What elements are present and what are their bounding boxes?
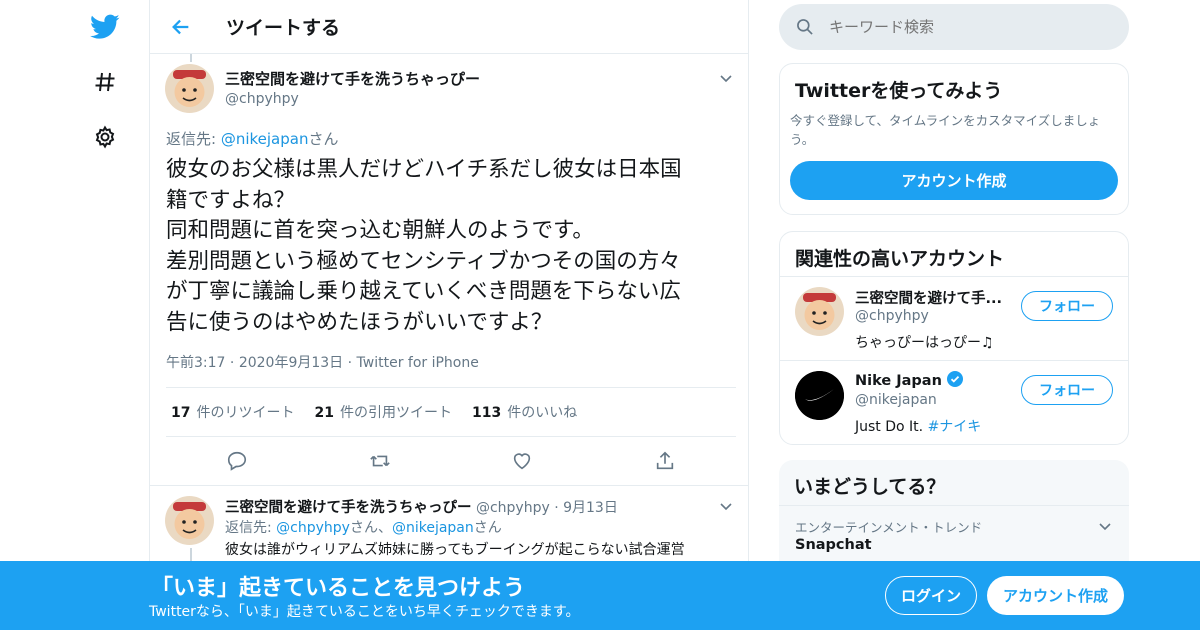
- tweet-time[interactable]: 午前3:17: [166, 355, 225, 371]
- verified-badge-icon: [946, 371, 963, 387]
- retweet-label: 件のリツイート: [196, 405, 295, 421]
- avatar[interactable]: [795, 287, 844, 336]
- account-handle: @nikejapan: [855, 392, 937, 408]
- share-icon[interactable]: [653, 449, 677, 473]
- login-button[interactable]: ログイン: [885, 576, 977, 615]
- related-title: 関連性の高いアカウント: [780, 232, 1128, 277]
- like-stat[interactable]: 113 件のいいね: [472, 402, 577, 422]
- account-bio: ちゃっぴーはっぴー♫: [855, 335, 994, 351]
- divider: [779, 505, 1129, 506]
- reply-prefix: 返信先:: [166, 130, 221, 148]
- reply-suffix: さん: [308, 130, 339, 148]
- reply-header: 三密空間を避けて手を洗うちゃっぴー @chpyhpy · 9月13日: [225, 500, 618, 516]
- reply-context: 返信先: @nikejapanさん: [166, 128, 338, 149]
- account-name-text: Nike Japan: [855, 373, 942, 389]
- retweet-stat[interactable]: 17 件のリツイート: [171, 402, 294, 422]
- tweet-actions: [166, 443, 736, 479]
- hashtag-link[interactable]: #ナイキ: [928, 419, 982, 435]
- account-name: 三密空間を避けて手...: [855, 291, 1003, 307]
- main-column: ツイートする 三密空間を避けて手を洗うちゃっぴー @chpyhpy 返信先: @…: [149, 0, 749, 630]
- reply-text: 彼女は誰がウィリアムズ姉妹に勝ってもブーイングが起こらない試合運営: [225, 542, 685, 558]
- left-nav-rail: [80, 0, 130, 630]
- account-row[interactable]: Nike Japan @nikejapan Just Do It. #ナイキ フ…: [780, 361, 1128, 445]
- nike-logo-icon[interactable]: [795, 371, 844, 420]
- like-count: 113: [471, 405, 502, 421]
- avatar[interactable]: [165, 64, 214, 113]
- chevron-down-icon[interactable]: [1097, 518, 1113, 538]
- quote-stat[interactable]: 21 件の引用ツイート: [314, 402, 451, 422]
- reply-mid: さん、: [349, 520, 392, 536]
- trend-item[interactable]: Snapchat: [795, 537, 872, 553]
- tweet-source: Twitter for iPhone: [356, 355, 479, 371]
- tweet-date[interactable]: 2020年9月13日: [239, 355, 343, 371]
- account-bio-text: Just Do It.: [855, 419, 928, 435]
- reply-author-handle: @chpyhpy: [475, 500, 550, 516]
- account-row[interactable]: 三密空間を避けて手... @chpyhpy ちゃっぴーはっぴー♫ フォロー: [780, 277, 1128, 361]
- reply-author-name[interactable]: 三密空間を避けて手を洗うちゃっぴー: [225, 500, 472, 516]
- quote-label: 件の引用ツイート: [339, 405, 452, 421]
- tweet-stats: 17 件のリツイート 21 件の引用ツイート 113 件のいいね: [166, 387, 736, 437]
- signup-card-title: Twitterを使ってみよう: [795, 80, 1003, 102]
- gear-icon[interactable]: [88, 120, 122, 154]
- chevron-down-icon[interactable]: [718, 70, 734, 86]
- tweet-text: 彼女のお父様は黒人だけどハイチ系だし彼女は日本国 籍ですよね？ 同和問題に首を突…: [166, 157, 682, 335]
- signup-card-desc: 今すぐ登録して、タイムラインをカスタマイズしましょう。: [790, 113, 1101, 147]
- signup-button[interactable]: アカウント作成: [987, 576, 1124, 615]
- reply-context: 返信先: @chpyhpyさん、@nikejapanさん: [225, 517, 502, 537]
- banner-subtitle: Twitterなら、「いま」起きていることをいち早くチェックできます。: [149, 604, 580, 620]
- follow-button[interactable]: フォロー: [1021, 291, 1113, 321]
- avatar[interactable]: [165, 496, 214, 545]
- thread-line: [190, 54, 192, 62]
- reply-to-link[interactable]: @nikejapan: [221, 130, 309, 148]
- search-icon: [797, 19, 813, 35]
- page-title: ツイートする: [226, 17, 341, 39]
- hashtag-icon[interactable]: [88, 65, 122, 99]
- reply-to-link[interactable]: @nikejapan: [392, 520, 474, 536]
- quote-count: 21: [314, 405, 334, 421]
- reply-prefix: 返信先:: [225, 520, 277, 536]
- account-bio: Just Do It. #ナイキ: [855, 416, 981, 436]
- twitter-bird-icon[interactable]: [88, 10, 122, 44]
- create-account-button[interactable]: アカウント作成: [790, 161, 1118, 200]
- reply-to-link[interactable]: @chpyhpy: [276, 520, 350, 536]
- follow-button[interactable]: フォロー: [1021, 375, 1113, 405]
- tweet-author[interactable]: 三密空間を避けて手を洗うちゃっぴー @chpyhpy: [225, 68, 480, 107]
- trend-category: エンターテインメント・トレンド: [795, 520, 983, 535]
- like-label: 件のいいね: [507, 405, 578, 421]
- banner-title: 「いま」起きていることを見つけよう: [151, 576, 526, 601]
- signup-card: Twitterを使ってみよう 今すぐ登録して、タイムラインをカスタマイズしましょ…: [779, 63, 1129, 215]
- back-arrow-icon[interactable]: [168, 14, 194, 40]
- tweet-meta: 午前3:17 · 2020年9月13日 · Twitter for iPhone: [166, 355, 479, 371]
- author-handle: @chpyhpy: [225, 91, 299, 107]
- signup-banner: 「いま」起きていることを見つけよう Twitterなら、「いま」起きていることを…: [0, 561, 1200, 630]
- reply-icon[interactable]: [225, 449, 249, 473]
- reply-suffix: さん: [473, 520, 502, 536]
- chevron-down-icon[interactable]: [718, 498, 734, 514]
- search-input[interactable]: [829, 18, 1109, 36]
- account-handle: @chpyhpy: [855, 308, 929, 324]
- retweet-count: 17: [171, 405, 191, 421]
- search-box[interactable]: [779, 4, 1129, 50]
- like-heart-icon[interactable]: [510, 449, 534, 473]
- trends-title: いまどうしてる？: [794, 476, 946, 498]
- reply-date[interactable]: 9月13日: [563, 500, 618, 516]
- account-name: Nike Japan: [855, 371, 963, 389]
- related-accounts-card: 関連性の高いアカウント 三密空間を避けて手... @chpyhpy ちゃっぴーは…: [779, 231, 1129, 445]
- author-name: 三密空間を避けて手を洗うちゃっぴー: [225, 70, 481, 88]
- retweet-icon[interactable]: [368, 449, 392, 473]
- top-bar: ツイートする: [150, 0, 748, 54]
